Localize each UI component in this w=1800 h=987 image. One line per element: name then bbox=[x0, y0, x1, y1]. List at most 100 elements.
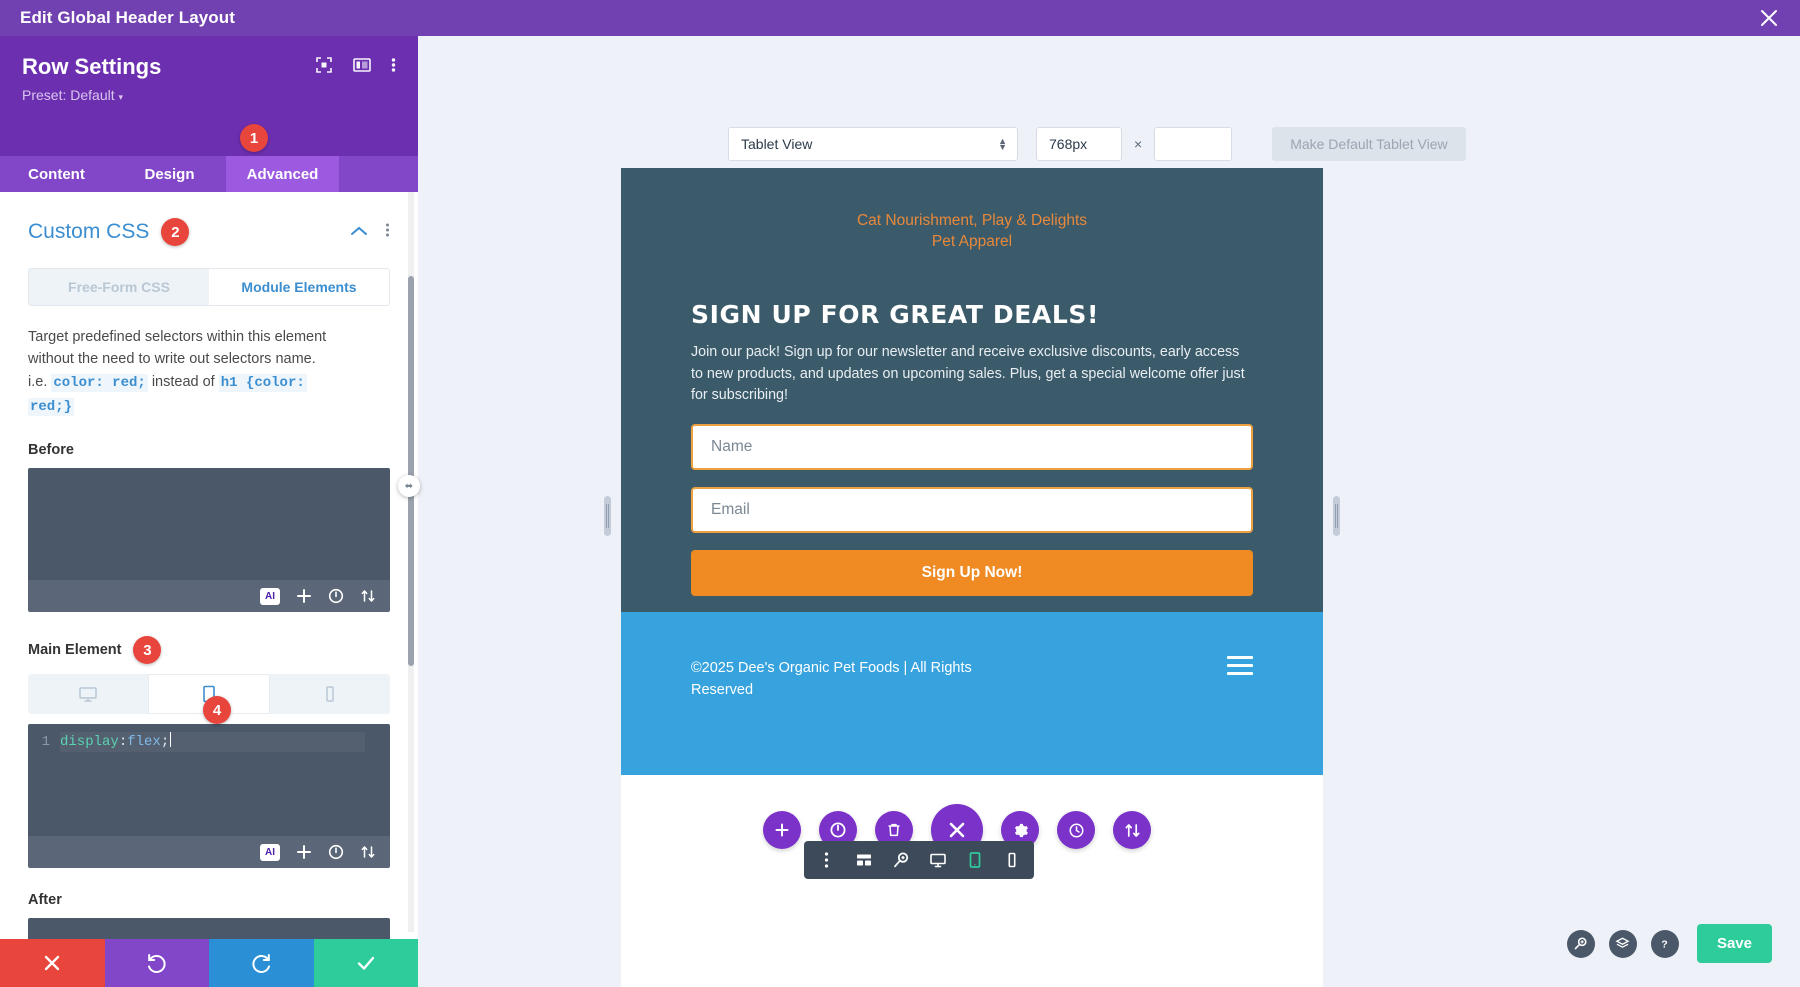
cancel-icon[interactable] bbox=[0, 939, 105, 987]
history-icon[interactable] bbox=[1057, 811, 1095, 849]
viewport-height-input[interactable] bbox=[1154, 127, 1232, 161]
ai-icon[interactable]: AI bbox=[260, 588, 280, 605]
settings-tabs: Content Design Advanced bbox=[0, 156, 418, 192]
help-line-2: without the need to write out selectors … bbox=[28, 351, 316, 367]
window-title: Edit Global Header Layout bbox=[20, 8, 235, 28]
code-value: flex bbox=[127, 734, 161, 750]
tab-content[interactable]: Content bbox=[0, 156, 113, 192]
preset-selector[interactable]: Preset: Default ▾ bbox=[22, 87, 396, 103]
module-elements-button[interactable]: Module Elements bbox=[209, 269, 389, 305]
layers-icon[interactable] bbox=[1609, 930, 1637, 958]
code-property: display bbox=[60, 734, 119, 750]
row-settings-panel: Row Settings Preset: Default ▾ 1 bbox=[0, 36, 418, 987]
kebab-menu-icon[interactable] bbox=[385, 222, 390, 243]
kebab-menu-icon[interactable] bbox=[808, 841, 845, 879]
signup-form-block: SIGN UP FOR GREAT DEALS! Join our pack! … bbox=[621, 300, 1323, 596]
viewport-width-value: 768px bbox=[1049, 136, 1087, 152]
help-code-1: color: red; bbox=[51, 374, 147, 392]
power-icon[interactable] bbox=[328, 588, 344, 604]
help-line-1: Target predefined selectors within this … bbox=[28, 329, 326, 345]
step-badge-2: 2 bbox=[161, 218, 189, 246]
make-default-tablet-view-button[interactable]: Make Default Tablet View bbox=[1272, 127, 1465, 161]
chevron-updown-icon: ▲▼ bbox=[998, 138, 1007, 150]
text-caret bbox=[170, 732, 171, 747]
view-mode-select[interactable]: Tablet View ▲▼ bbox=[728, 127, 1018, 161]
panel-action-bar bbox=[0, 939, 418, 987]
hero-section: Cat Nourishment, Play & Delights Pet App… bbox=[621, 168, 1323, 612]
tab-design[interactable]: Design bbox=[113, 156, 226, 192]
sort-updown-icon[interactable] bbox=[360, 844, 376, 860]
panel-scrollbar-thumb[interactable] bbox=[408, 276, 414, 666]
signup-submit-button[interactable]: Sign Up Now! bbox=[691, 550, 1253, 596]
hamburger-menu-icon[interactable] bbox=[1227, 656, 1253, 680]
dimension-separator: × bbox=[1134, 136, 1142, 152]
help-middle: instead of bbox=[152, 374, 215, 390]
kebab-menu-icon[interactable] bbox=[391, 56, 396, 74]
email-input[interactable]: Email bbox=[691, 487, 1253, 533]
panel-header-icons bbox=[315, 56, 396, 74]
svg-text:?: ? bbox=[1662, 939, 1668, 950]
redo-icon[interactable] bbox=[209, 939, 314, 987]
help-code-2: h1 {color: bbox=[219, 374, 307, 392]
before-field-label: Before bbox=[28, 442, 390, 458]
preview-stage: Tablet View ▲▼ 768px × Make Default Tabl… bbox=[418, 36, 1800, 987]
css-mode-toggle: Free-Form CSS Module Elements bbox=[28, 268, 390, 306]
left-resize-handle[interactable] bbox=[604, 496, 611, 536]
tab-advanced-label: Advanced bbox=[247, 166, 319, 183]
footer-section: ©2025 Dee's Organic Pet Foods | All Righ… bbox=[621, 612, 1323, 775]
before-editor: AI bbox=[28, 468, 390, 612]
signup-paragraph: Join our pack! Sign up for our newslette… bbox=[691, 342, 1253, 407]
ai-icon[interactable]: AI bbox=[260, 844, 280, 861]
panel-body: Custom CSS 2 Free-Form CSS Module Elemen… bbox=[0, 192, 418, 987]
before-code-area[interactable] bbox=[28, 468, 390, 580]
device-tab-desktop[interactable] bbox=[28, 674, 148, 714]
main-element-code-area[interactable]: 1 display:flex; bbox=[28, 724, 390, 836]
plus-icon[interactable] bbox=[296, 588, 312, 604]
step-badge-1: 1 bbox=[240, 124, 268, 152]
device-tab-phone[interactable] bbox=[270, 674, 390, 714]
code-semicolon: ; bbox=[161, 734, 169, 750]
view-mode-toolbar bbox=[804, 841, 1034, 879]
main-element-editor: 4 1 display:flex; AI bbox=[28, 724, 390, 868]
zoom-icon[interactable] bbox=[882, 841, 919, 879]
help-code-3: red;} bbox=[28, 398, 74, 416]
phone-icon[interactable] bbox=[993, 841, 1030, 879]
plus-icon[interactable] bbox=[763, 811, 801, 849]
power-icon[interactable] bbox=[328, 844, 344, 860]
after-field-label: After bbox=[28, 892, 390, 908]
main-element-field-label: Main Element 3 bbox=[28, 636, 390, 664]
search-icon[interactable] bbox=[1567, 930, 1595, 958]
ai-label: AI bbox=[260, 844, 280, 861]
tab-advanced[interactable]: Advanced bbox=[226, 156, 339, 192]
confirm-icon[interactable] bbox=[314, 939, 419, 987]
wireframe-icon[interactable] bbox=[845, 841, 882, 879]
right-resize-handle[interactable] bbox=[1333, 496, 1340, 536]
main-element-editor-toolbar: AI bbox=[28, 836, 390, 868]
sort-updown-icon[interactable] bbox=[360, 588, 376, 604]
undo-icon[interactable] bbox=[105, 939, 210, 987]
step-badge-3: 3 bbox=[133, 636, 161, 664]
panel-resize-handle[interactable]: ⬌ bbox=[398, 475, 420, 497]
email-input-placeholder: Email bbox=[711, 501, 750, 519]
divi-builder-window: Edit Global Header Layout Row Settings P… bbox=[0, 0, 1800, 987]
name-input[interactable]: Name bbox=[691, 424, 1253, 470]
close-icon[interactable] bbox=[1758, 7, 1780, 29]
code-content: display:flex; bbox=[60, 732, 171, 752]
layout-columns-icon[interactable] bbox=[353, 56, 371, 74]
focus-target-icon[interactable] bbox=[315, 56, 333, 74]
plus-icon[interactable] bbox=[296, 844, 312, 860]
sort-updown-icon[interactable] bbox=[1113, 811, 1151, 849]
view-mode-value: Tablet View bbox=[741, 136, 812, 152]
save-button[interactable]: Save bbox=[1697, 924, 1772, 963]
chevron-up-icon[interactable] bbox=[351, 223, 367, 241]
free-form-css-button[interactable]: Free-Form CSS bbox=[29, 269, 209, 305]
hero-tagline: Cat Nourishment, Play & Delights Pet App… bbox=[621, 168, 1323, 252]
tagline-line-1: Cat Nourishment, Play & Delights bbox=[621, 210, 1323, 231]
name-input-placeholder: Name bbox=[711, 438, 752, 456]
desktop-icon[interactable] bbox=[919, 841, 956, 879]
viewport-width-input[interactable]: 768px bbox=[1036, 127, 1122, 161]
tablet-icon[interactable] bbox=[956, 841, 993, 879]
help-icon[interactable]: ? bbox=[1651, 930, 1679, 958]
help-prefix: i.e. bbox=[28, 374, 47, 390]
step-badge-4: 4 bbox=[203, 696, 231, 724]
